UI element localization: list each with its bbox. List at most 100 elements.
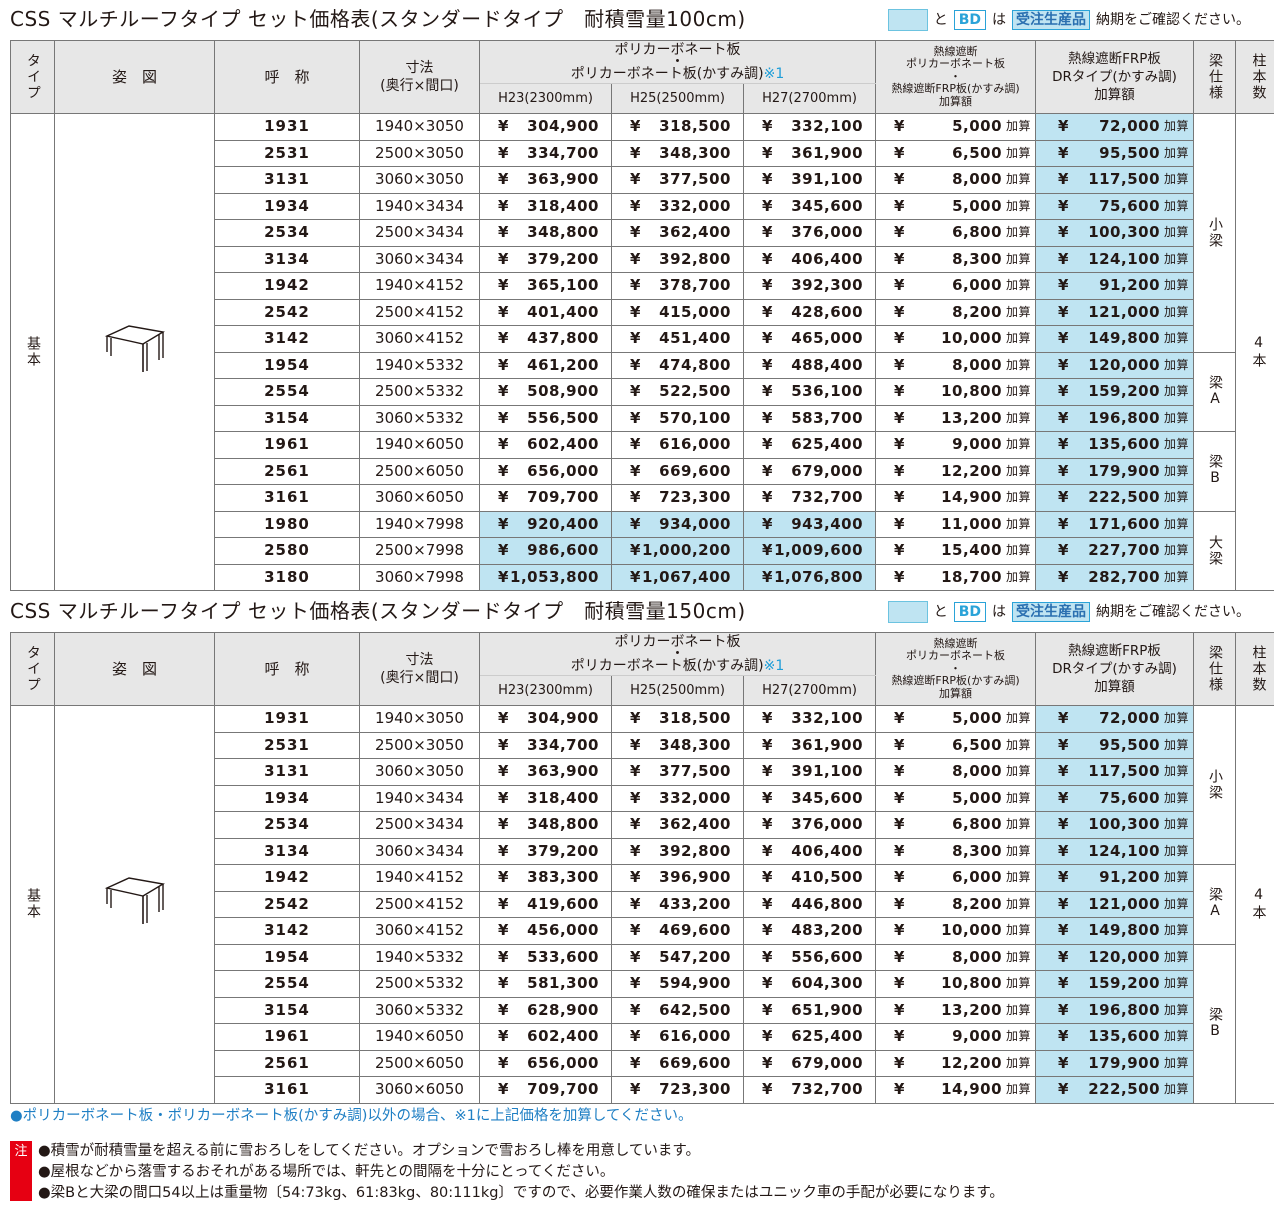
heat-add-value: 12,200 [941, 461, 1003, 480]
add-unit: 加算 [1006, 251, 1032, 266]
beam-spec-cell: 梁A [1193, 351, 1237, 432]
frp-add-cell: ¥ 加算 159,200 [1035, 378, 1195, 406]
heat-add-value: 6,000 [952, 868, 1003, 887]
price-h25: ¥392,800 [611, 837, 744, 865]
size-cell: 1940×5332 [359, 943, 480, 971]
yen-sign: ¥ [1058, 894, 1069, 913]
legend-color-swatch [887, 9, 928, 31]
price-value: 732,700 [791, 1080, 864, 1099]
yen-sign: ¥ [498, 249, 509, 268]
header-frp-line: DRタイプ(かすみ調) [1052, 661, 1177, 677]
price-value: 345,600 [791, 788, 864, 807]
price-value: 392,800 [659, 841, 731, 860]
price-h27: ¥332,100 [742, 113, 877, 141]
heat-add-value: 8,000 [952, 762, 1003, 781]
price-value: 362,400 [659, 815, 731, 834]
heat-add-cell: ¥ 加算 10,800 [875, 378, 1037, 406]
price-h25: ¥522,500 [611, 378, 744, 406]
price-value: 332,000 [659, 196, 731, 215]
header-type-label: タイプ [25, 645, 41, 693]
frp-add-cell: ¥ 加算 121,000 [1035, 890, 1195, 918]
size-text: 2500×4152 [375, 302, 464, 321]
price-value: 474,800 [659, 355, 731, 374]
frp-add-cell: ¥ 加算 91,200 [1035, 864, 1195, 892]
price-h25: ¥318,500 [611, 705, 744, 733]
frp-add-value: 179,900 [1088, 461, 1161, 480]
header-heat-line: 加算額 [939, 94, 973, 108]
add-unit: 加算 [1006, 145, 1032, 160]
beam-spec-label: 梁B [1207, 1006, 1224, 1041]
header-type-label: タイプ [25, 53, 41, 101]
yen-sign: ¥ [630, 815, 641, 834]
frp-add-cell: ¥ 加算 117,500 [1035, 166, 1195, 194]
heat-add-value: 5,000 [952, 117, 1003, 136]
frp-add-cell: ¥ 加算 135,600 [1035, 1023, 1195, 1051]
size-cell: 1940×4152 [359, 272, 480, 300]
note-mark: 注 [10, 1141, 32, 1201]
price-value: 570,100 [659, 408, 731, 427]
price-h25: ¥616,000 [611, 431, 744, 459]
heat-add-value: 10,000 [941, 921, 1003, 940]
heat-add-cell: ¥ 加算 8,300 [875, 837, 1037, 865]
table-title: CSS マルチルーフタイプ セット価格表(スタンダードタイプ 耐積雪量100cm… [10, 7, 746, 31]
yen-sign: ¥ [762, 461, 773, 480]
model-code: 3154 [214, 404, 360, 432]
heat-add-cell: ¥ 加算 8,200 [875, 890, 1037, 918]
price-value: 986,600 [527, 541, 599, 560]
model-code-text: 2580 [264, 541, 310, 560]
price-value: 669,600 [659, 1053, 731, 1072]
size-cell: 1940×3434 [359, 192, 480, 220]
heat-add-value: 8,200 [952, 302, 1003, 321]
posts-cell: 4本 [1235, 705, 1274, 1104]
header-heat-line: 熱線遮断FRP板(かすみ調) [891, 82, 1020, 96]
yen-sign: ¥ [498, 276, 509, 295]
beam-spec-label: 大梁 [1207, 534, 1224, 567]
price-value: 406,400 [791, 249, 864, 268]
yen-sign: ¥ [498, 170, 509, 189]
yen-sign: ¥ [762, 567, 773, 586]
model-code-text: 1934 [264, 788, 310, 807]
yen-sign: ¥ [630, 276, 641, 295]
header-poly-label2: ポリカーボネート板(かすみ調) [570, 657, 764, 674]
price-h23: ¥508,900 [479, 378, 612, 406]
price-value: 451,400 [659, 329, 731, 348]
price-h27: ¥679,000 [742, 1049, 877, 1077]
model-code: 1954 [214, 351, 360, 379]
frp-add-cell: ¥ 加算 91,200 [1035, 272, 1195, 300]
model-code: 3161 [214, 1076, 360, 1104]
price-h25: ¥378,700 [611, 272, 744, 300]
model-code-text: 2534 [264, 223, 310, 242]
yen-sign: ¥ [894, 921, 905, 940]
add-unit: 加算 [1164, 843, 1190, 858]
frp-add-cell: ¥ 加算 222,500 [1035, 1076, 1195, 1104]
price-h27: ¥943,400 [742, 510, 877, 538]
add-unit: 加算 [1006, 225, 1032, 240]
header-heat-line: ・ [950, 661, 962, 675]
price-value: 376,000 [791, 223, 864, 242]
price-h27: ¥488,400 [742, 351, 877, 379]
yen-sign: ¥ [894, 541, 905, 560]
size-text: 1940×3050 [375, 709, 464, 728]
header-posts: 柱本数 [1235, 40, 1274, 114]
frp-add-value: 149,800 [1088, 921, 1161, 940]
add-unit: 加算 [1164, 949, 1190, 964]
price-h23: ¥602,400 [479, 431, 612, 459]
notes: ●ポリカーボネート板・ポリカーボネート板(かすみ調)以外の場合、※1に上記価格を… [10, 1104, 1260, 1211]
header-h23-label: H23(2300mm) [498, 90, 593, 106]
yen-sign: ¥ [1058, 196, 1069, 215]
price-value: 1,067,400 [642, 567, 731, 586]
price-h27: ¥651,900 [742, 996, 877, 1024]
yen-sign: ¥ [894, 435, 905, 454]
model-code: 3134 [214, 837, 360, 865]
yen-sign: ¥ [498, 514, 509, 533]
price-h25: ¥433,200 [611, 890, 744, 918]
model-code-text: 2554 [264, 974, 310, 993]
price-h25: ¥332,000 [611, 784, 744, 812]
price-h25: ¥396,900 [611, 864, 744, 892]
frp-add-value: 124,100 [1088, 249, 1161, 268]
size-text: 3060×5332 [375, 1000, 464, 1019]
size-text: 3060×3050 [375, 170, 464, 189]
price-h23: ¥365,100 [479, 272, 612, 300]
yen-sign: ¥ [1058, 223, 1069, 242]
price-value: 377,500 [659, 170, 731, 189]
